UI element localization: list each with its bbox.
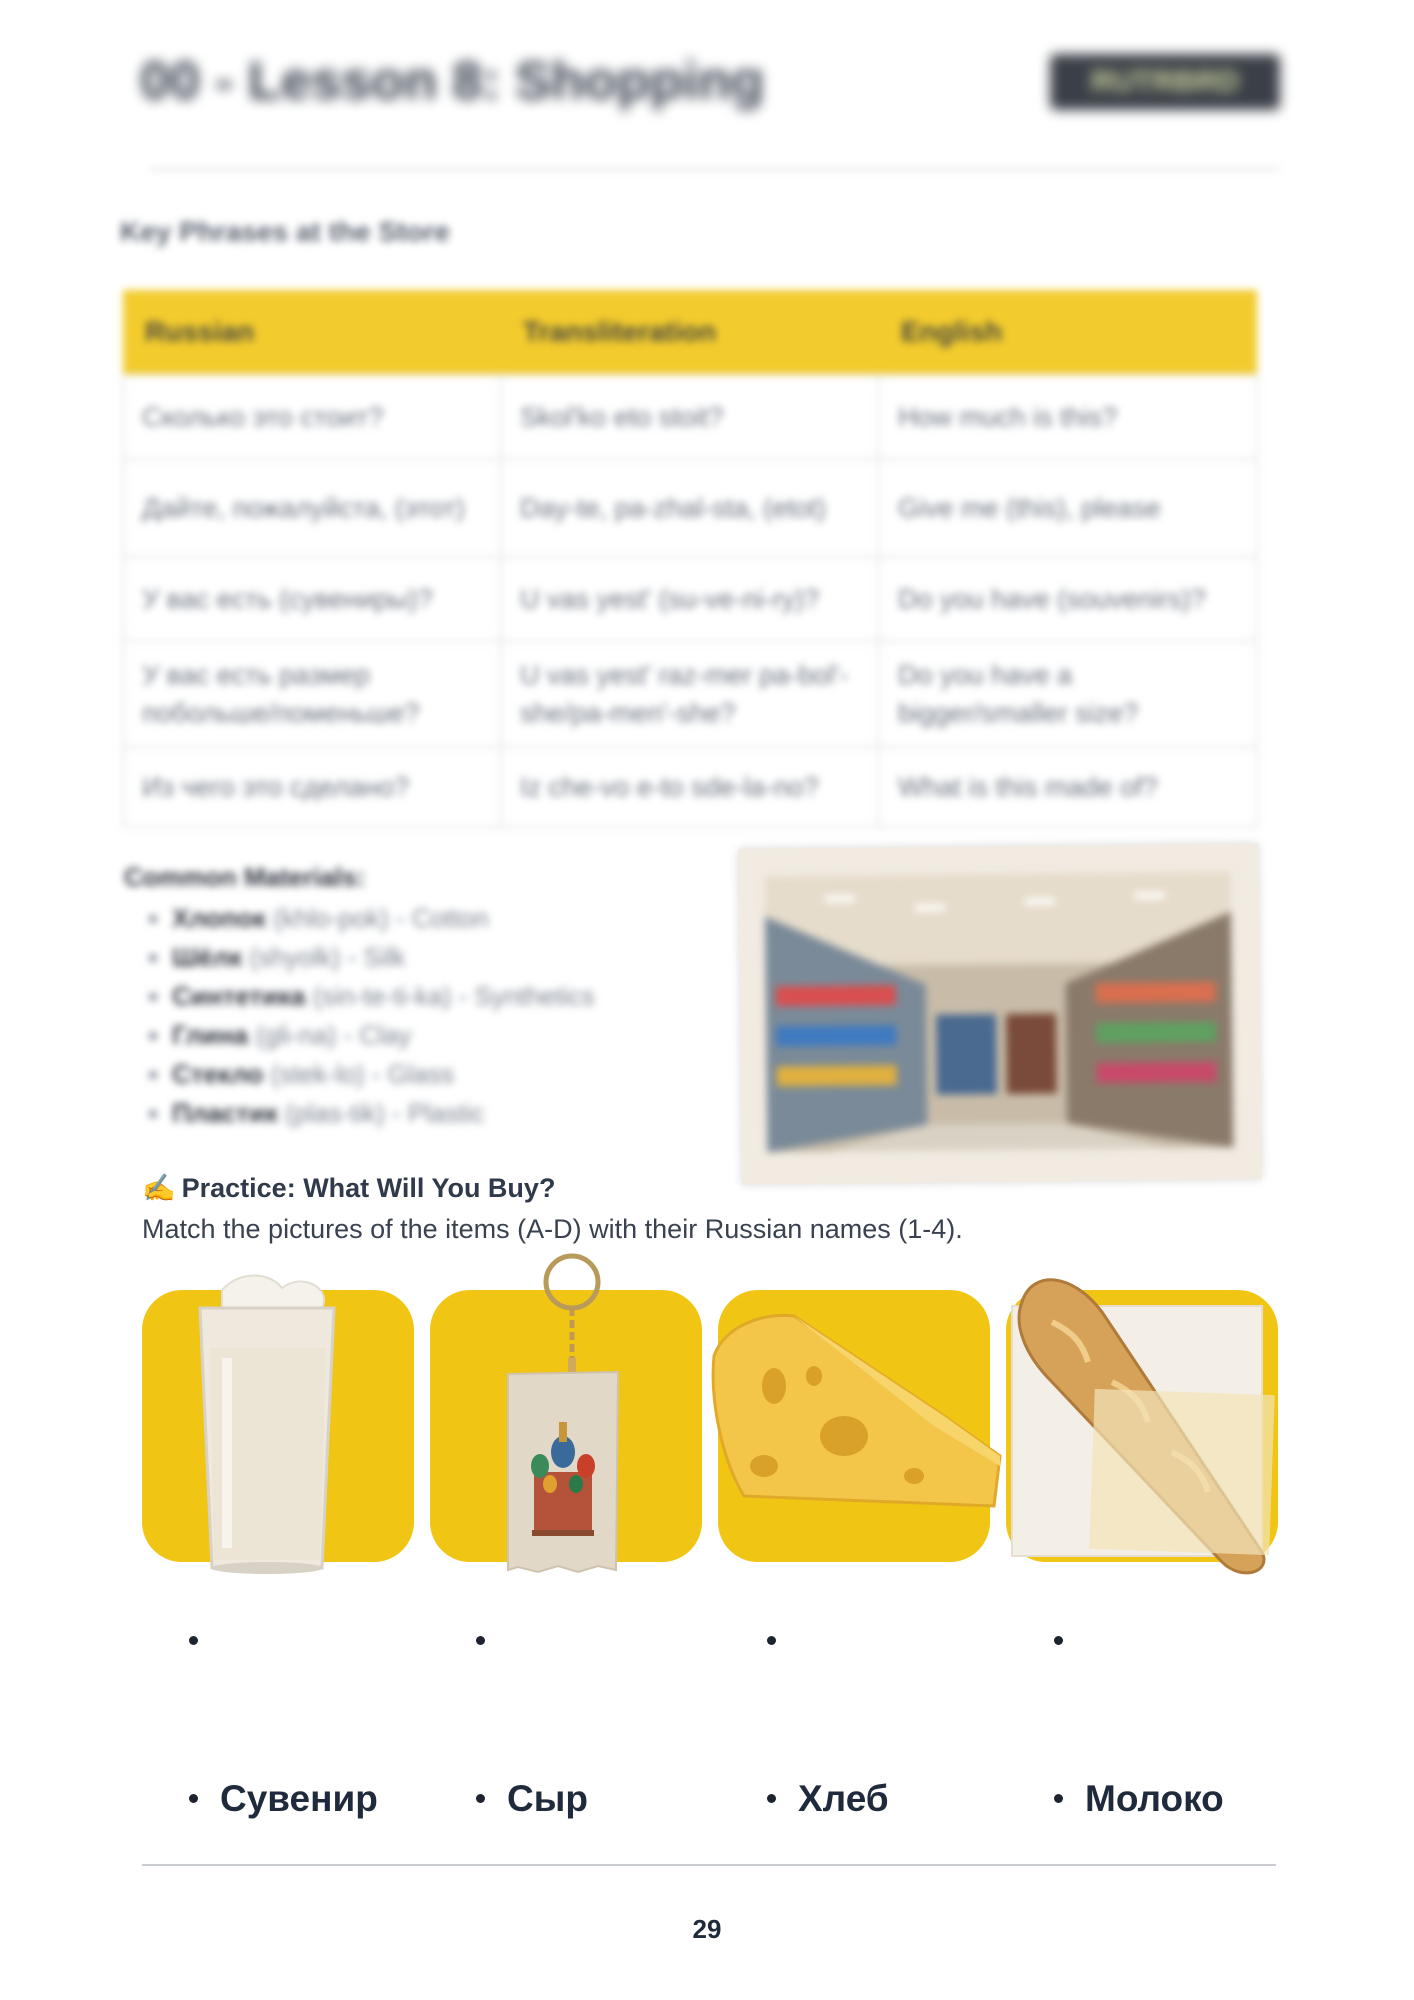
table-cell: U vas yest' (su-ve-ni-ry)? xyxy=(500,556,880,642)
match-dot-d[interactable] xyxy=(1054,1636,1063,1645)
item-card-b xyxy=(430,1253,702,1574)
list-item: Пластик (plas-tik) - Plastic xyxy=(172,1094,684,1133)
materials-list: Common Materials: Хлопок (khlo-pok) - Co… xyxy=(124,862,684,1133)
table-cell: Сколько это стоит? xyxy=(122,374,502,460)
match-dot-a[interactable] xyxy=(189,1636,198,1645)
table-row: Сколько это стоит? Skol'ko eto stoit? Ho… xyxy=(122,374,1258,460)
keychain-souvenir-icon xyxy=(507,1253,620,1574)
table-cell: How much is this? xyxy=(878,374,1258,460)
answer-option-2: Сыр xyxy=(476,1778,588,1820)
table-cell: Iz che-vo e-to sde-la-no? xyxy=(500,746,880,828)
table-row: Из чего это сделано? Iz che-vo e-to sde-… xyxy=(122,746,1258,828)
supermarket-aisle-image xyxy=(764,871,1234,1153)
item-card-c xyxy=(711,1290,1002,1562)
list-item: Глина (gli-na) - Clay xyxy=(172,1016,684,1055)
table-row: У вас есть (сувениры)? U vas yest' (su-v… xyxy=(122,556,1258,642)
match-dot-b[interactable] xyxy=(476,1636,485,1645)
bullet-icon xyxy=(189,1793,198,1803)
table-cell: Do you have a bigger/smaller size? xyxy=(878,640,1258,748)
table-header-row: Russian Transliteration English xyxy=(123,290,1257,375)
practice-title: ✍ Practice: What Will You Buy? xyxy=(142,1173,556,1203)
header-divider xyxy=(150,168,1280,170)
column-header: English xyxy=(879,290,1257,375)
table-cell: Дайте, пожалуйста, (этот) xyxy=(122,458,502,558)
page-number: 29 xyxy=(692,1914,722,1944)
key-phrases-title: Key Phrases at the Store xyxy=(120,216,450,247)
milk-glass-icon xyxy=(198,1274,336,1574)
answer-option-4: Молоко xyxy=(1054,1778,1224,1820)
bullet-icon xyxy=(1054,1793,1063,1803)
bullet-icon xyxy=(767,1793,776,1803)
table-cell: Day-te, pa-zhal-sta, (etot) xyxy=(500,458,880,558)
item-card-d xyxy=(1006,1278,1278,1575)
footer-divider xyxy=(142,1864,1276,1866)
key-phrases-table: Russian Transliteration English Сколько … xyxy=(122,290,1258,828)
table-cell: Give me (this), please xyxy=(878,458,1258,558)
table-cell: Do you have (souvenirs)? xyxy=(878,556,1258,642)
table-cell: U vas yest' raz-mer pa-bol'-she/pa-men'-… xyxy=(500,640,880,748)
column-header: Transliteration xyxy=(501,290,879,375)
column-header: Russian xyxy=(123,290,501,375)
writing-hand-icon: ✍ xyxy=(142,1173,176,1203)
materials-title: Common Materials: xyxy=(124,862,366,892)
lesson-title: 00 - Lesson 8: Shopping xyxy=(140,51,765,111)
match-dot-c[interactable] xyxy=(767,1636,776,1645)
table-cell: У вас есть (сувениры)? xyxy=(122,556,502,642)
item-card-a xyxy=(142,1274,414,1574)
table-row: Дайте, пожалуйста, (этот) Day-te, pa-zha… xyxy=(122,458,1258,558)
answer-option-1: Сувенир xyxy=(189,1778,378,1820)
practice-instruction: Match the pictures of the items (A-D) wi… xyxy=(142,1214,963,1244)
list-item: Хлопок (khlo-pok) - Cotton xyxy=(172,899,684,938)
cheese-icon xyxy=(711,1313,1002,1508)
bullet-icon xyxy=(476,1793,485,1803)
list-item: Шёлк (shyolk) - Silk xyxy=(172,938,684,977)
store-photo-frame xyxy=(738,843,1262,1185)
table-cell: Из чего это сделано? xyxy=(122,746,502,828)
page-header: 00 - Lesson 8: Shopping RUTRBRD xyxy=(140,46,1280,116)
list-item: Синтетика (sin-te-ti-ka) - Synthetics xyxy=(172,977,684,1016)
baguette-icon xyxy=(1011,1278,1275,1575)
answer-option-3: Хлеб xyxy=(767,1778,889,1820)
list-item: Стекло (stek-lo) - Glass xyxy=(172,1055,684,1094)
table-cell: Skol'ko eto stoit? xyxy=(500,374,880,460)
table-row: У вас есть размер побольше/поменьше? U v… xyxy=(122,640,1258,748)
table-cell: У вас есть размер побольше/поменьше? xyxy=(122,640,502,748)
brand-badge: RUTRBRD xyxy=(1050,54,1280,110)
table-cell: What is this made of? xyxy=(878,746,1258,828)
